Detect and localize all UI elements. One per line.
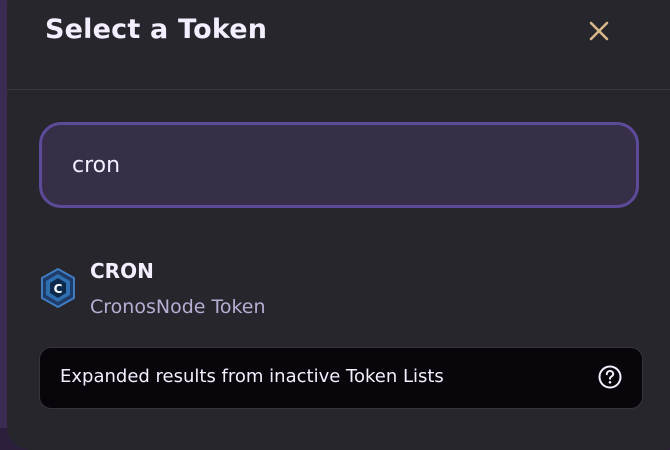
token-search-input[interactable] [72, 147, 592, 183]
svg-text:C: C [54, 282, 63, 296]
token-name: CronosNode Token [90, 296, 266, 318]
close-icon [589, 21, 609, 41]
modal-header: Select a Token [7, 0, 670, 90]
expanded-results-label: Expanded results from inactive Token Lis… [60, 366, 444, 387]
cronosnode-token-logo: C [41, 268, 75, 308]
close-button[interactable] [585, 17, 613, 45]
token-search-box[interactable] [39, 122, 639, 208]
token-list-item[interactable]: C CRON CronosNode Token [7, 250, 670, 330]
help-circle-icon[interactable] [597, 364, 623, 390]
token-symbol: CRON [90, 259, 154, 283]
modal-title: Select a Token [45, 14, 268, 45]
expanded-results-bar: Expanded results from inactive Token Lis… [39, 347, 643, 409]
